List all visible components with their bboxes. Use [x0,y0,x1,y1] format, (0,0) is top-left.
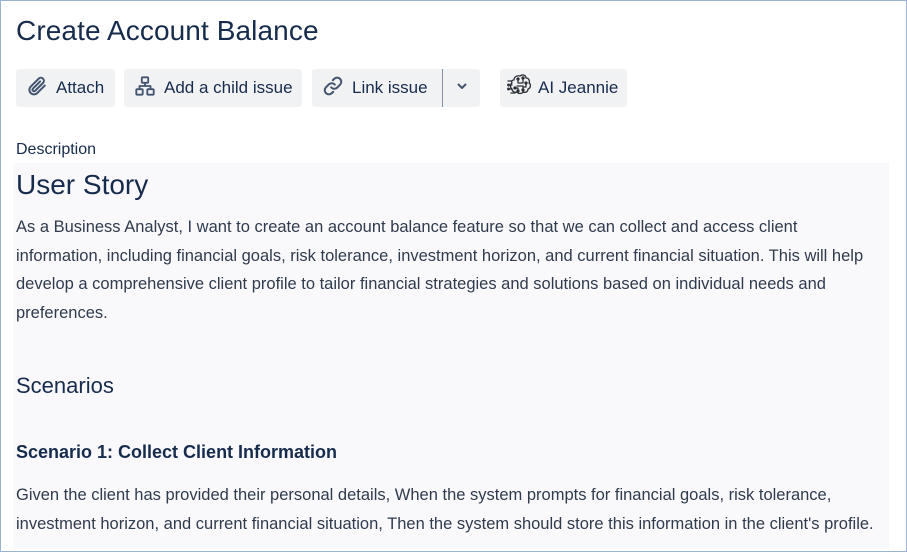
user-story-text: As a Business Analyst, I want to create … [16,218,864,322]
paperclip-icon [26,75,48,102]
brain-circuit-icon [506,71,536,106]
user-story-heading: User Story [16,169,149,200]
description-label: Description [16,141,97,158]
issue-title[interactable]: Create Account Balance [16,15,319,47]
link-issue-dropdown-button[interactable] [442,69,480,107]
link-issue-label: Link issue [352,78,428,97]
description-editor[interactable]: User Story As a Business Analyst, I want… [13,163,889,549]
link-issue-button[interactable]: Link issue [312,69,442,107]
attach-button[interactable]: Attach [16,69,115,107]
scenario-1-title: Scenario 1: Collect Client Information [16,442,338,462]
chevron-down-icon [455,78,469,98]
ai-jeannie-label: AI Jeannie [538,78,619,97]
issue-panel: Create Account Balance Attach Add a chil… [0,0,907,552]
add-child-issue-button[interactable]: Add a child issue [124,69,302,107]
add-child-label: Add a child issue [164,78,293,97]
hierarchy-icon [134,75,156,102]
attach-label: Attach [56,78,105,97]
scenario-1-text: Given the client has provided their pers… [16,486,874,533]
scenarios-heading: Scenarios [16,373,114,398]
link-icon [322,75,344,102]
ai-jeannie-button[interactable]: AI Jeannie [500,69,627,107]
